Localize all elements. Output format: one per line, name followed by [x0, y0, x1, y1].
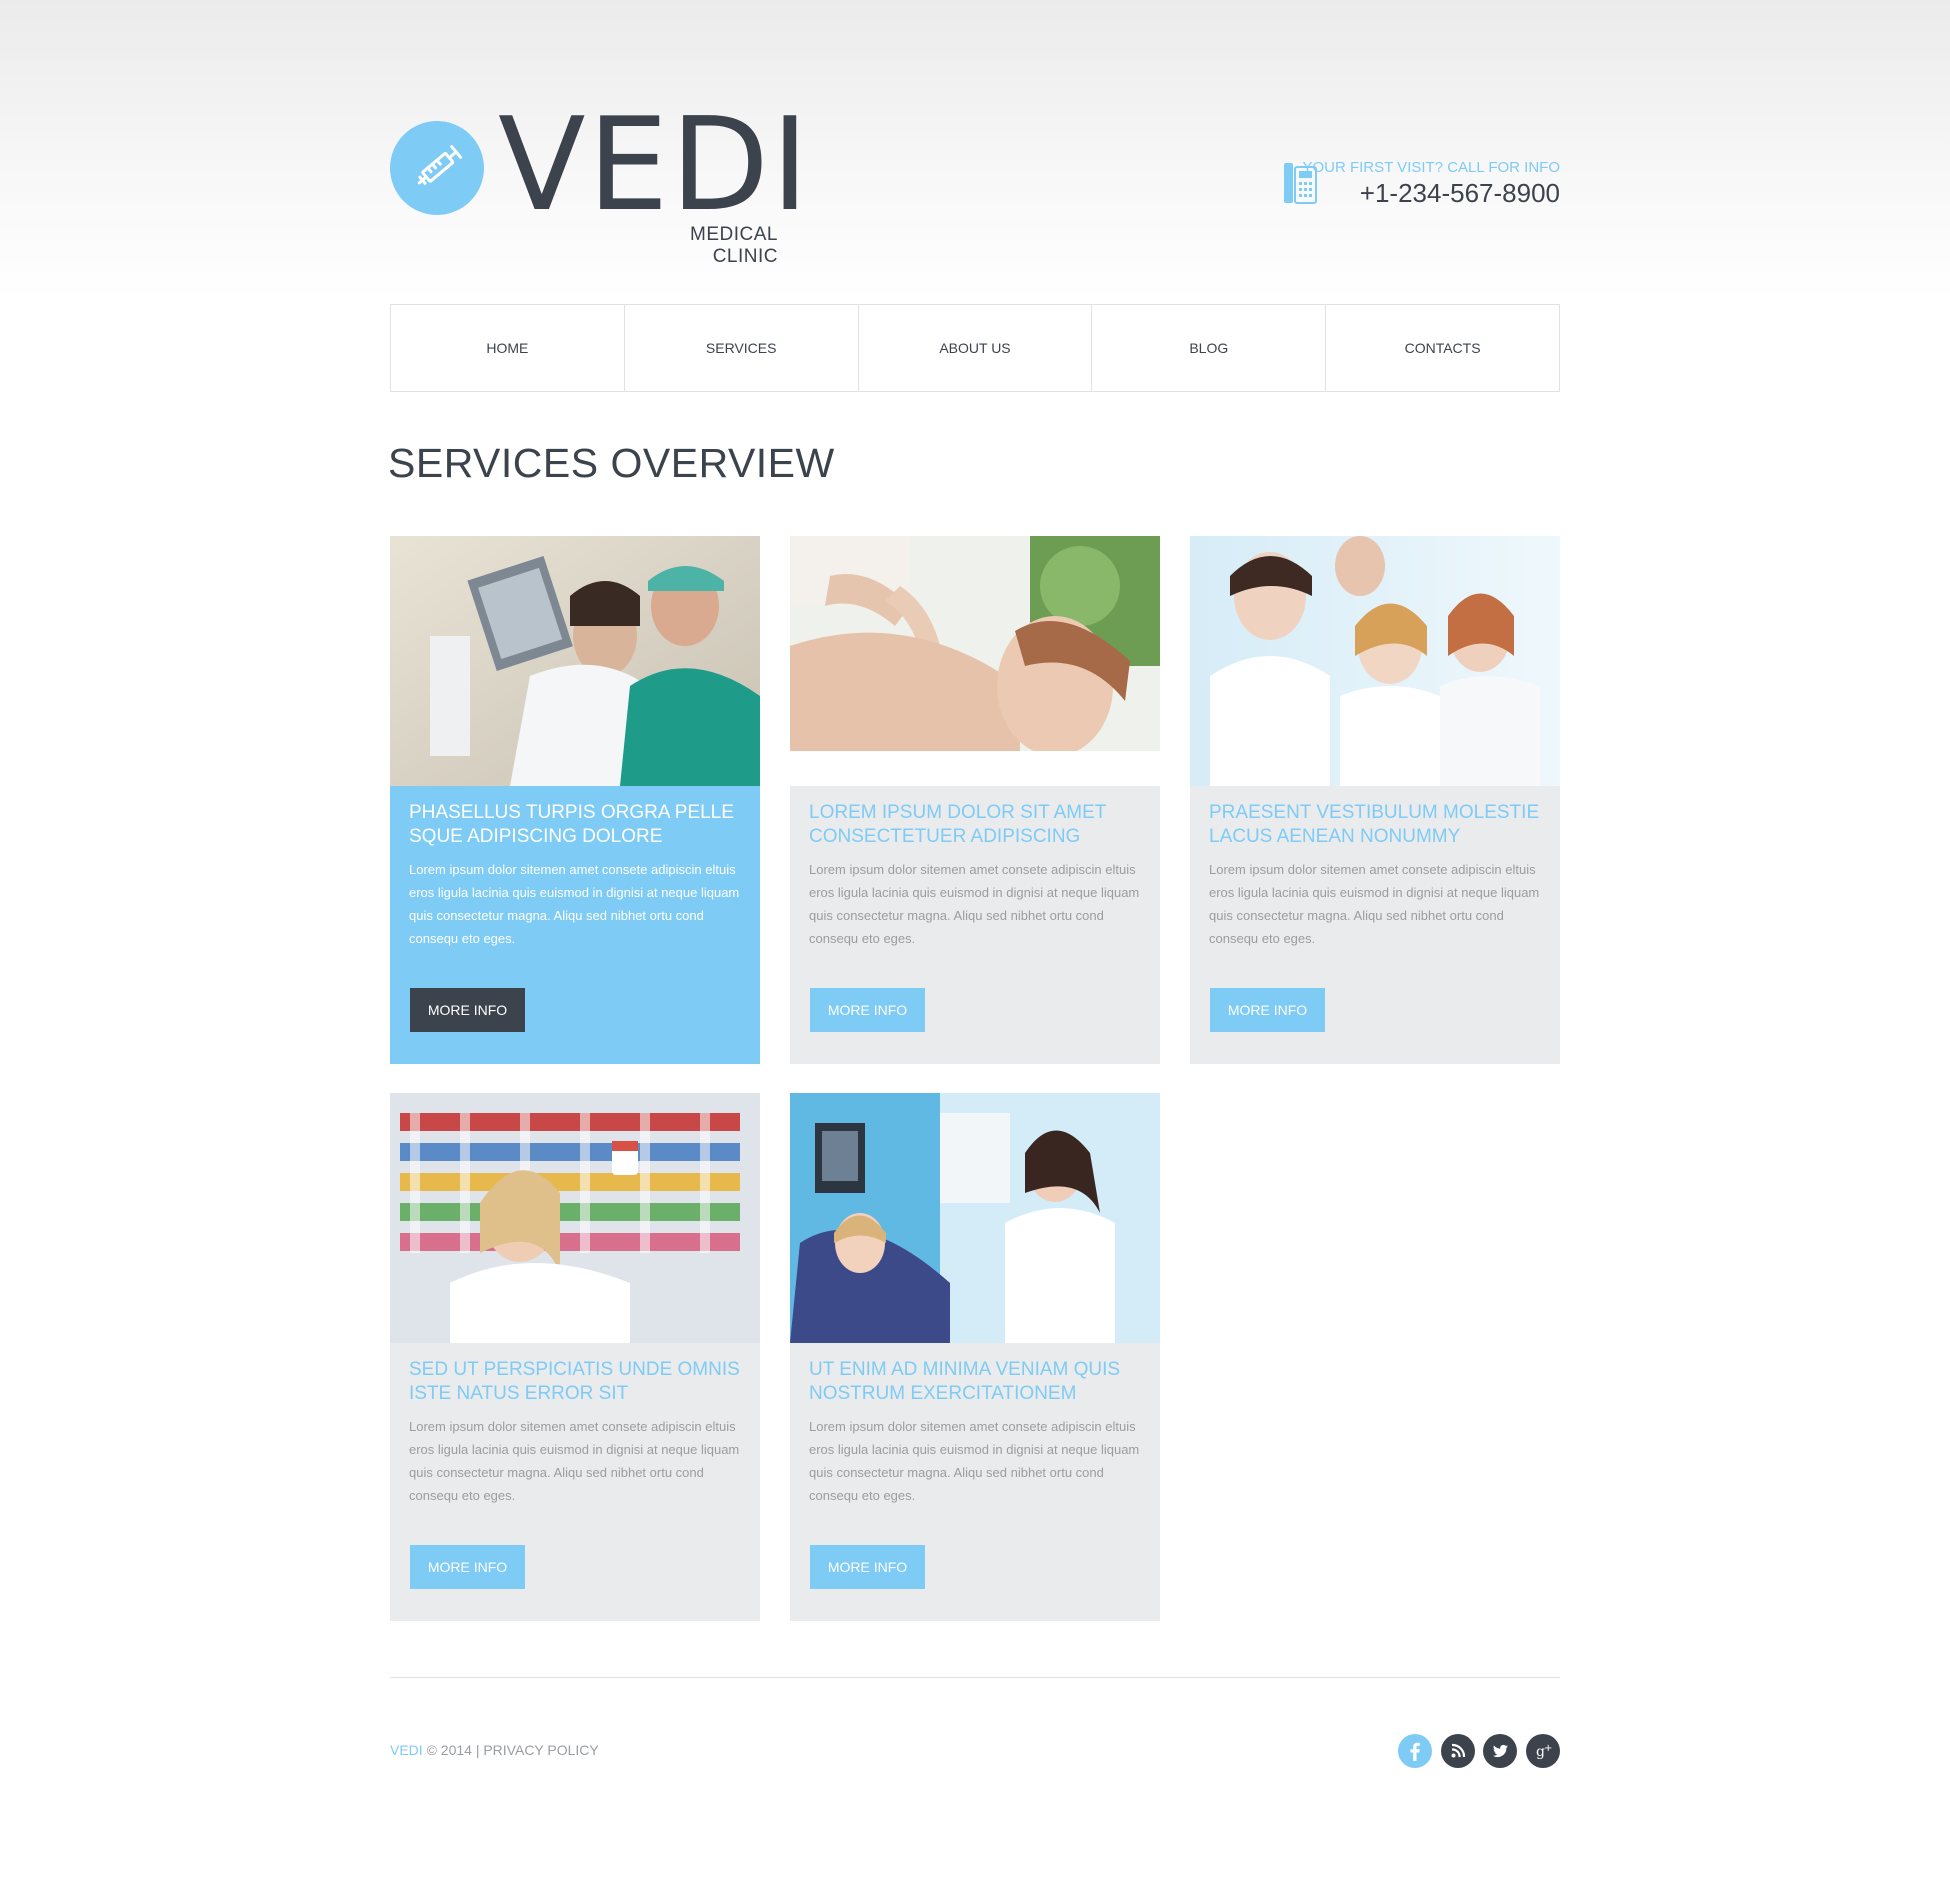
service-image-dentist[interactable] — [790, 1093, 1160, 1343]
facebook-icon[interactable] — [1398, 1734, 1432, 1768]
service-image-family-doctor[interactable] — [1190, 536, 1560, 786]
service-card-title: PHASELLUS TURPIS ORGRA PELLE SQUE ADIPIS… — [409, 802, 734, 847]
more-info-button[interactable]: MORE INFO — [410, 1545, 525, 1589]
main-navigation: HOME SERVICES ABOUT US BLOG CONTACTS — [390, 304, 1560, 392]
service-card-text: Lorem ipsum dolor sitemen amet consete a… — [809, 862, 1140, 946]
service-card: LOREM IPSUM DOLOR SIT AMET CONSECTETUER … — [790, 536, 1160, 1064]
svg-text:+: + — [1544, 1743, 1552, 1754]
nav-item-blog[interactable]: BLOG — [1092, 305, 1327, 391]
twitter-icon[interactable] — [1483, 1734, 1517, 1768]
rss-icon[interactable] — [1441, 1734, 1475, 1768]
service-card-text: Lorem ipsum dolor sitemen amet consete a… — [409, 1419, 740, 1503]
nav-item-home[interactable]: HOME — [391, 305, 625, 391]
more-info-button[interactable]: MORE INFO — [810, 1545, 925, 1589]
service-card-text: Lorem ipsum dolor sitemen amet consete a… — [1209, 862, 1540, 946]
service-card-text: Lorem ipsum dolor sitemen amet consete a… — [409, 862, 740, 946]
phone-caption: YOUR FIRST VISIT? CALL FOR INFO — [1302, 159, 1560, 176]
page-container: VEDI MEDICAL CLINIC YOUR FIRST VISIT? CA… — [388, 0, 1560, 1880]
footer-brand[interactable]: VEDI — [390, 1742, 423, 1758]
more-info-button[interactable]: MORE INFO — [810, 988, 925, 1032]
service-card-text: Lorem ipsum dolor sitemen amet consete a… — [809, 1419, 1140, 1503]
phone-number[interactable]: +1-234-567-8900 — [1360, 178, 1560, 209]
service-card: PRAESENT VESTIBULUM MOLESTIE LACUS AENEA… — [1190, 536, 1560, 1064]
privacy-policy-link[interactable]: PRIVACY POLICY — [483, 1742, 598, 1758]
service-card-title: PRAESENT VESTIBULUM MOLESTIE LACUS AENEA… — [1209, 802, 1540, 847]
more-info-button[interactable]: MORE INFO — [1210, 988, 1325, 1032]
service-card-title: UT ENIM AD MINIMA VENIAM QUIS NOSTRUM EX… — [809, 1359, 1121, 1404]
footer-divider — [390, 1677, 1560, 1678]
footer-copyright-text: © 2014 | — [422, 1742, 484, 1758]
more-info-button[interactable]: MORE INFO — [410, 988, 525, 1032]
service-image-massage[interactable] — [790, 536, 1160, 786]
nav-item-contacts[interactable]: CONTACTS — [1326, 305, 1559, 391]
service-card-title: LOREM IPSUM DOLOR SIT AMET CONSECTETUER … — [809, 802, 1107, 847]
service-card: UT ENIM AD MINIMA VENIAM QUIS NOSTRUM EX… — [790, 1093, 1160, 1621]
footer-copyright: VEDI © 2014 | PRIVACY POLICY — [390, 1742, 599, 1758]
logo-text[interactable]: VEDI — [498, 96, 811, 236]
service-card: SED UT PERSPICIATIS UNDE OMNIS ISTE NATU… — [390, 1093, 760, 1621]
nav-item-about-us[interactable]: ABOUT US — [859, 305, 1093, 391]
page-title: SERVICES OVERVIEW — [388, 440, 835, 486]
google-plus-icon[interactable]: g + — [1526, 1734, 1560, 1768]
service-image-xray[interactable] — [390, 536, 760, 786]
logo-subtitle: MEDICAL CLINIC — [690, 224, 778, 267]
nav-item-services[interactable]: SERVICES — [625, 305, 859, 391]
service-card-title: SED UT PERSPICIATIS UNDE OMNIS ISTE NATU… — [409, 1359, 740, 1404]
syringe-logo-icon[interactable] — [390, 121, 484, 215]
service-image-pharmacy[interactable] — [390, 1093, 760, 1343]
service-card: PHASELLUS TURPIS ORGRA PELLE SQUE ADIPIS… — [390, 536, 760, 1064]
